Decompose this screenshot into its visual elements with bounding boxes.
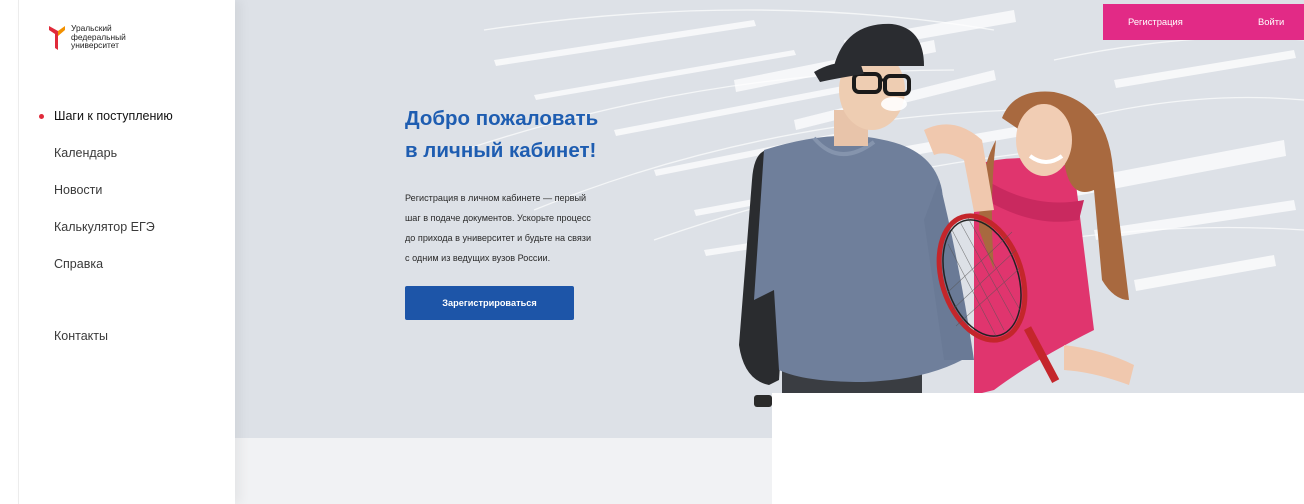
sidebar-item-label: Контакты bbox=[54, 329, 108, 343]
sidebar: Уральский федеральный университет Шаги к… bbox=[18, 0, 235, 504]
sidebar-item-help[interactable]: Справка bbox=[19, 254, 103, 274]
content-placeholder-gray bbox=[234, 438, 772, 504]
register-link[interactable]: Регистрация bbox=[1128, 4, 1183, 40]
sidebar-item-label: Календарь bbox=[54, 146, 118, 160]
sidebar-item-label: Справка bbox=[54, 257, 104, 271]
students-photo bbox=[739, 23, 1134, 438]
sidebar-item-calendar[interactable]: Календарь bbox=[19, 143, 117, 163]
sidebar-item-label: Новости bbox=[54, 183, 103, 197]
logo-text: Уральский федеральный университет bbox=[71, 24, 126, 50]
hero-banner: Добро пожаловать в личный кабинет! Регис… bbox=[234, 0, 1304, 438]
urfu-logo-mark-icon bbox=[49, 26, 65, 50]
sidebar-item-label: Калькулятор ЕГЭ bbox=[54, 220, 155, 234]
auth-bar: Регистрация Войти bbox=[1103, 4, 1304, 40]
urfu-logo[interactable]: Уральский федеральный университет bbox=[49, 24, 126, 50]
sidebar-item-ege-calculator[interactable]: Калькулятор ЕГЭ bbox=[19, 217, 155, 237]
sidebar-item-news[interactable]: Новости bbox=[19, 180, 102, 200]
active-dot-icon bbox=[39, 114, 44, 119]
sidebar-item-contacts[interactable]: Контакты bbox=[19, 326, 108, 346]
logo-line: университет bbox=[71, 40, 119, 51]
sidebar-item-admission-steps[interactable]: Шаги к поступлению bbox=[19, 106, 173, 126]
login-link[interactable]: Войти bbox=[1258, 4, 1284, 40]
content-placeholder-white bbox=[772, 393, 1304, 504]
sidebar-item-label: Шаги к поступлению bbox=[54, 109, 173, 123]
